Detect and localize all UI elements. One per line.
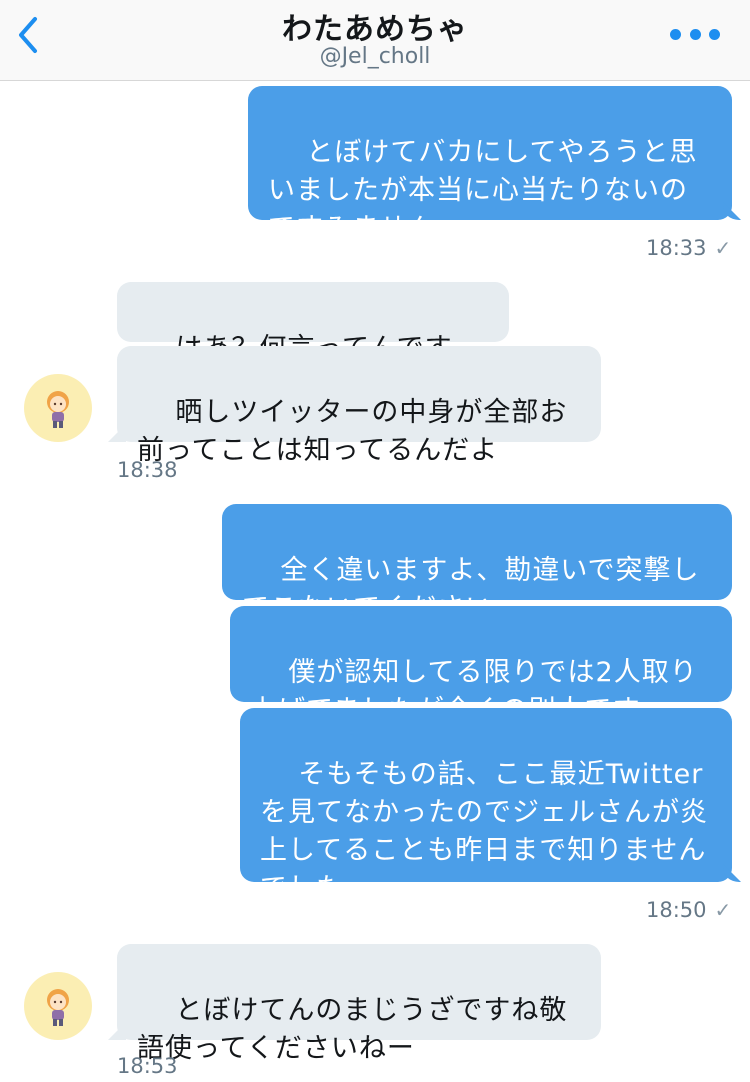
more-options-button[interactable] [670,22,720,46]
outgoing-message[interactable]: 全く違いますよ、勘違いで突撃してこないでください [222,504,732,624]
message-timestamp: 18:53 [117,1054,178,1078]
conversation-handle: @Jel_choll [319,44,431,69]
avatar-image [47,989,69,1026]
message-timestamp: 18:33 ✓ [646,236,732,260]
checkmark-icon: ✓ [714,236,732,260]
dm-conversation-screen: わたあめちゃ @Jel_choll とぼけてバカにしてやろうと思いましたが本当に… [0,0,750,1082]
conversation-title: わたあめちゃ [282,12,468,47]
checkmark-icon: ✓ [714,898,732,922]
message-text: とぼけてバカにしてやろうと思いましたが本当に心当たりないのですみません [268,137,698,244]
avatar[interactable] [24,374,92,442]
incoming-message[interactable]: とぼけてんのまじうざですね敬語使ってくださいねー [117,944,601,1064]
conversation-header: わたあめちゃ @Jel_choll [0,0,750,81]
incoming-message[interactable]: はあ？何言ってんですか？ [117,282,509,402]
message-text: そもそもの話、ここ最近Twitterを見てなかったのでジェルさんが炎上してること… [260,759,708,904]
message-timestamp: 18:38 [117,458,178,482]
outgoing-message[interactable]: そもそもの話、ここ最近Twitterを見てなかったのでジェルさんが炎上してること… [240,708,732,904]
message-timestamp: 18:50 ✓ [646,898,732,922]
avatar-image [47,391,69,428]
avatar[interactable] [24,972,92,1040]
more-dots-icon [670,28,681,40]
outgoing-message[interactable]: 僕が認知してる限りでは2人取り上げてましたが全くの別人です [230,606,732,726]
incoming-message[interactable]: 晒しツイッターの中身が全部お前ってことは知ってるんだよ [117,346,601,466]
outgoing-message[interactable]: とぼけてバカにしてやろうと思いましたが本当に心当たりないのですみません [248,86,732,244]
message-text: 晒しツイッターの中身が全部お前ってことは知ってるんだよ [137,397,568,466]
message-text: とぼけてんのまじうざですね敬語使ってくださいねー [137,995,568,1064]
